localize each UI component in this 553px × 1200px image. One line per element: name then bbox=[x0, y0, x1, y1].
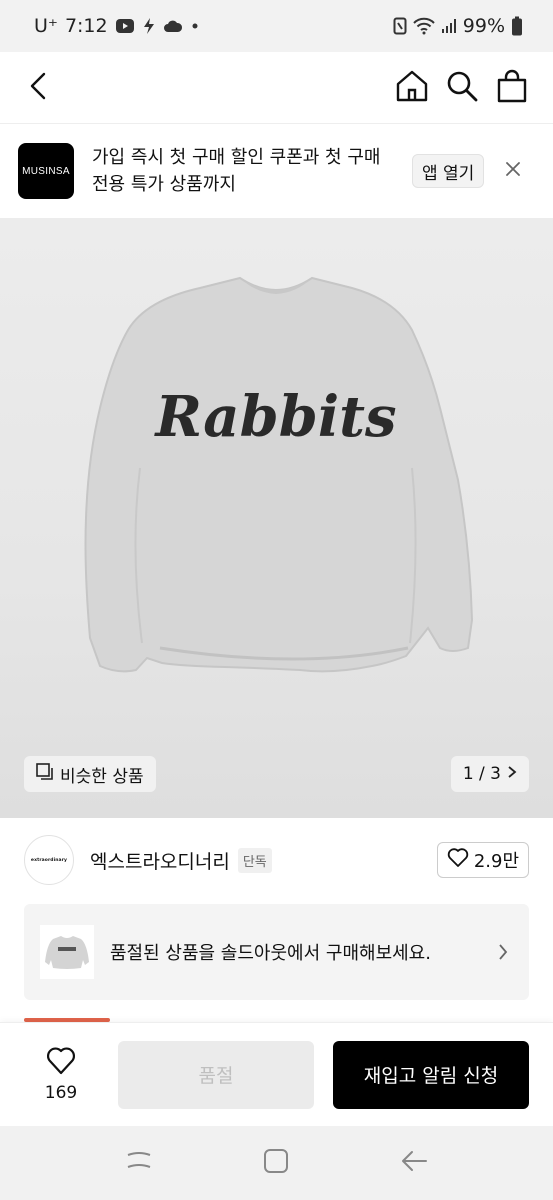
nfc-icon bbox=[393, 17, 407, 35]
home-button[interactable] bbox=[387, 63, 437, 113]
clock: 7:12 bbox=[64, 15, 108, 37]
open-app-button[interactable]: 앱 열기 bbox=[412, 154, 485, 188]
brand-name[interactable]: 엑스트라오디너리 bbox=[90, 847, 230, 874]
recent-apps-icon bbox=[126, 1149, 152, 1177]
bolt-icon bbox=[142, 17, 156, 35]
brand-logo[interactable]: extraordinary bbox=[24, 835, 74, 885]
product-like-count: 169 bbox=[44, 1082, 78, 1103]
heart-icon bbox=[447, 847, 469, 873]
home-nav-button[interactable] bbox=[246, 1138, 306, 1188]
heart-icon bbox=[46, 1046, 76, 1079]
bottom-action-bar: 169 품절 재입고 알림 신청 bbox=[0, 1022, 553, 1126]
pager-label: 1 / 3 bbox=[462, 764, 501, 784]
chevron-right-icon bbox=[507, 764, 517, 784]
promo-message: 가입 즉시 첫 구매 할인 쿠폰과 첫 구매 전용 특가 상품까지 bbox=[92, 147, 381, 195]
brand-like-button[interactable]: 2.9만 bbox=[436, 842, 529, 878]
search-icon bbox=[446, 70, 478, 106]
recent-apps-button[interactable] bbox=[109, 1138, 169, 1188]
status-bar: U⁺ 7:12 99% bbox=[0, 0, 553, 52]
app-promo-banner: MUSINSA 가입 즉시 첫 구매 할인 쿠폰과 첫 구매 전용 특가 상품까… bbox=[0, 124, 553, 218]
restock-alert-button[interactable]: 재입고 알림 신청 bbox=[333, 1040, 529, 1109]
product-image-carousel[interactable]: Rabbits 비슷한 상품 1 / 3 bbox=[0, 218, 553, 818]
home-icon bbox=[395, 69, 429, 107]
close-promo-button[interactable] bbox=[500, 158, 526, 184]
wifi-icon bbox=[413, 17, 435, 35]
exclusive-badge: 단독 bbox=[237, 847, 272, 873]
chevron-right-icon bbox=[493, 943, 513, 961]
search-button[interactable] bbox=[437, 63, 487, 113]
battery-icon bbox=[511, 16, 523, 36]
back-arrow-icon bbox=[28, 71, 48, 105]
cloud-icon bbox=[163, 19, 183, 33]
soldout-market-banner[interactable]: 품절된 상품을 솔드아웃에서 구매해보세요. bbox=[24, 904, 529, 1000]
top-navigation bbox=[0, 52, 553, 124]
sweatshirt-image: Rabbits bbox=[84, 276, 474, 673]
system-navigation-bar bbox=[0, 1126, 553, 1200]
dot-icon bbox=[190, 21, 200, 31]
shopping-bag-icon bbox=[496, 69, 528, 107]
home-square-icon bbox=[263, 1148, 289, 1178]
similar-products-button[interactable]: 비슷한 상품 bbox=[24, 756, 156, 792]
back-arrow-icon bbox=[400, 1149, 428, 1177]
soldout-button: 품절 bbox=[118, 1040, 314, 1109]
copy-icon bbox=[36, 762, 54, 786]
youtube-icon bbox=[115, 18, 135, 34]
cart-button[interactable] bbox=[487, 63, 537, 113]
similar-products-label: 비슷한 상품 bbox=[60, 766, 144, 787]
signal-icon bbox=[441, 18, 457, 34]
product-thumbnail bbox=[40, 925, 94, 979]
image-pager[interactable]: 1 / 3 bbox=[450, 756, 529, 792]
product-like-button[interactable]: 169 bbox=[24, 1046, 98, 1103]
close-icon bbox=[505, 161, 521, 181]
musinsa-logo: MUSINSA bbox=[18, 143, 74, 199]
back-nav-button[interactable] bbox=[384, 1138, 444, 1188]
print-text: Rabbits bbox=[153, 384, 396, 450]
brand-like-count: 2.9만 bbox=[473, 851, 519, 872]
battery-percent: 99% bbox=[462, 15, 505, 37]
brand-row: extraordinary 엑스트라오디너리 단독 2.9만 bbox=[0, 818, 553, 902]
carrier-label: U⁺ bbox=[34, 15, 58, 37]
soldout-message: 품절된 상품을 솔드아웃에서 구매해보세요. bbox=[110, 943, 431, 964]
back-button[interactable] bbox=[28, 63, 78, 113]
